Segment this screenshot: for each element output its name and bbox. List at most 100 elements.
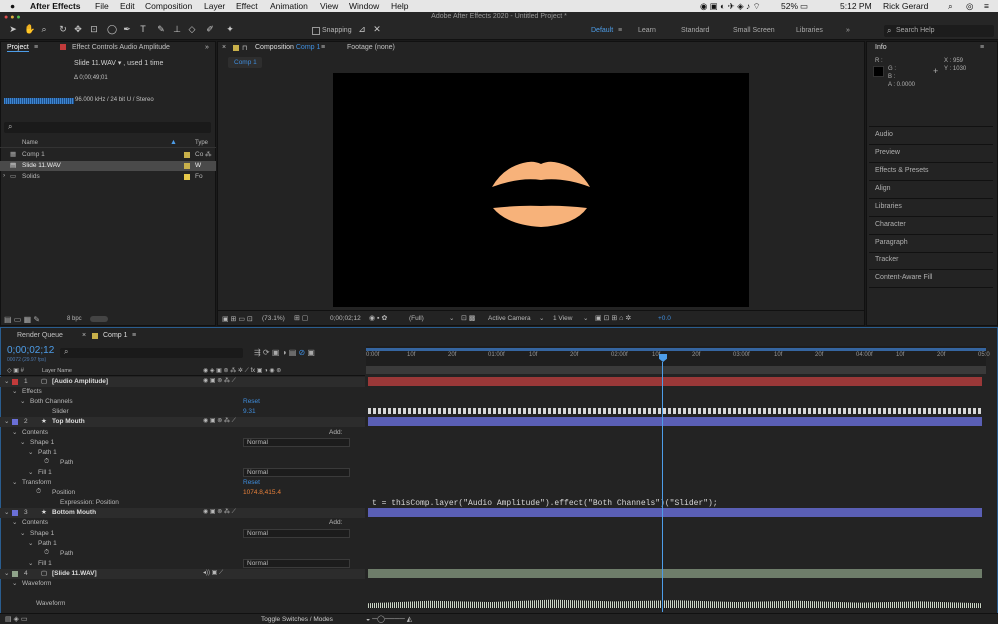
property-row[interactable]: ⌄ Contents Add:: [0, 428, 365, 438]
tab-comp-1[interactable]: Comp 1: [103, 332, 128, 339]
menu-view[interactable]: View: [320, 1, 338, 11]
comp-subtab[interactable]: Comp 1: [228, 57, 262, 68]
app-menu[interactable]: After Effects: [30, 1, 81, 11]
expand-arrow-icon[interactable]: ⌄: [12, 518, 17, 526]
snap-feature-icon[interactable]: ✕: [372, 24, 382, 34]
eraser-tool-icon[interactable]: ◇: [187, 24, 197, 34]
property-row[interactable]: [0, 589, 365, 599]
expand-arrow-icon[interactable]: ⌄: [4, 377, 9, 385]
property-row[interactable]: ⌄ Path 1: [0, 539, 365, 549]
project-footer-icons[interactable]: ▤ ▭ ▦ ✎: [4, 315, 40, 324]
property-row[interactable]: ⏱ Path: [0, 549, 365, 559]
blend-mode-dropdown[interactable]: Normal: [243, 559, 350, 568]
zoom-slider-icon[interactable]: ◒ ─◯──── ◭: [366, 615, 412, 623]
property-row[interactable]: Waveform: [0, 599, 365, 609]
search-help-field[interactable]: ⌕ Search Help: [884, 25, 994, 37]
blend-mode-dropdown[interactable]: Normal: [243, 438, 350, 447]
stopwatch-icon[interactable]: ⏱: [44, 458, 49, 466]
tab-project[interactable]: Project: [7, 44, 29, 52]
property-value[interactable]: 9.31: [243, 408, 256, 415]
flowchart-icon[interactable]: ⁂: [205, 150, 212, 158]
spotlight-icon[interactable]: ⌕: [948, 1, 953, 12]
brush-tool-icon[interactable]: ✎: [156, 24, 166, 34]
menu-window[interactable]: Window: [349, 1, 379, 11]
expand-arrow-icon[interactable]: ⌄: [20, 397, 25, 405]
expand-arrow-icon[interactable]: ⌄: [4, 508, 9, 516]
footage-name[interactable]: Slide 11.WAV ▾ , used 1 time: [74, 59, 163, 67]
property-row[interactable]: ⌄ Shape 1 Normal: [0, 438, 365, 448]
stopwatch-icon[interactable]: ⏱: [36, 488, 41, 496]
camera-tool-icon[interactable]: ✥: [73, 24, 83, 34]
tab-effect-controls[interactable]: Effect Controls Audio Amplitude: [72, 44, 170, 51]
type-tool-icon[interactable]: T: [138, 24, 148, 34]
snapping-checkbox[interactable]: [312, 27, 320, 35]
comp-lock-icon[interactable]: ⊓: [242, 44, 247, 52]
timeline-switch-icons[interactable]: ⇶ ⟳ ▣ ◑ ▤ ⊘ ▣: [254, 348, 315, 357]
panel-tracker[interactable]: Tracker: [875, 256, 898, 263]
puppet-tool-icon[interactable]: ✦: [225, 24, 235, 34]
pan-behind-tool-icon[interactable]: ⊡: [89, 24, 99, 34]
chevron-down-icon[interactable]: ⌄: [539, 314, 544, 322]
selection-tool-icon[interactable]: ➤: [8, 24, 18, 34]
panel-expand-icon[interactable]: »: [205, 44, 209, 51]
col-type[interactable]: Type: [195, 140, 208, 146]
playhead-line[interactable]: [662, 362, 663, 612]
property-value[interactable]: Reset: [243, 398, 260, 405]
tab-footage[interactable]: Footage (none): [347, 44, 395, 51]
grid-icon[interactable]: ⊞ ▢: [294, 314, 308, 322]
zoom-tool-icon[interactable]: ⌕: [39, 24, 49, 34]
col-name[interactable]: Name: [22, 140, 38, 146]
expand-arrow-icon[interactable]: ›: [3, 172, 5, 179]
panel-menu-icon[interactable]: ≡: [34, 44, 38, 51]
property-row[interactable]: ⌄ Fill 1 Normal: [0, 468, 365, 478]
layer-duration-bar[interactable]: [368, 569, 982, 578]
viewer-footer-icons[interactable]: ▣ ⊞ ▭ ⊡: [222, 315, 253, 323]
notifications-icon[interactable]: ≡: [984, 1, 989, 11]
expand-arrow-icon[interactable]: ⌄: [4, 417, 9, 425]
tab-composition[interactable]: Composition Comp 1: [255, 44, 320, 51]
panel-menu-icon[interactable]: ≡: [132, 332, 136, 339]
menu-edit[interactable]: Edit: [120, 1, 135, 11]
layer-row[interactable]: ⌄ 3 ★ ◉ ▣ ⊚ ⁂ ⟋ Bottom Mouth: [0, 508, 365, 518]
add-content-button[interactable]: Add:: [329, 429, 342, 436]
layer-label-swatch[interactable]: [12, 419, 18, 425]
add-content-button[interactable]: Add:: [329, 519, 342, 526]
camera-dropdown[interactable]: Active Camera: [488, 315, 531, 322]
panel-align[interactable]: Align: [875, 185, 891, 192]
panel-paragraph[interactable]: Paragraph: [875, 239, 908, 246]
apple-menu-icon[interactable]: ●: [10, 1, 15, 11]
project-item-selected[interactable]: ▤ Slide 11.WAV W: [0, 161, 216, 171]
trash-icon[interactable]: [90, 316, 108, 322]
property-value[interactable]: 1074.8,415.4: [243, 489, 281, 496]
toggle-switches-modes[interactable]: Toggle Switches / Modes: [261, 616, 333, 623]
label-color-swatch[interactable]: [184, 163, 190, 169]
close-icon[interactable]: ×: [222, 44, 226, 51]
bit-depth[interactable]: 8 bpc: [67, 316, 82, 322]
blend-mode-dropdown[interactable]: Normal: [243, 529, 350, 538]
panel-menu-icon[interactable]: ≡: [980, 44, 984, 51]
expand-arrow-icon[interactable]: ⌄: [12, 478, 17, 486]
expand-arrow-icon[interactable]: ⌄: [12, 579, 17, 587]
layer-switches[interactable]: ◉ ▣ ⊚ ⁂ ⟋: [203, 377, 236, 385]
workspace-overflow-icon[interactable]: »: [846, 27, 850, 34]
workspace-learn[interactable]: Learn: [638, 27, 656, 34]
sort-arrow-icon[interactable]: ▲: [170, 139, 177, 146]
pen-tool-icon[interactable]: ✒: [122, 24, 132, 34]
workspace-small-screen[interactable]: Small Screen: [733, 27, 775, 34]
menu-layer[interactable]: Layer: [204, 1, 225, 11]
expand-arrow-icon[interactable]: ⌄: [28, 448, 33, 456]
property-row[interactable]: ⌄ Transform Reset: [0, 478, 365, 488]
workspace-menu-icon[interactable]: ≡: [618, 27, 622, 34]
chevron-down-icon[interactable]: ⌄: [449, 314, 454, 322]
workspace-standard[interactable]: Standard: [681, 27, 709, 34]
expression-text[interactable]: t = thisComp.layer("Audio Amplitude").ef…: [372, 499, 718, 508]
layer-switches[interactable]: ◉ ▣ ⊚ ⁂ ⟋: [203, 508, 236, 516]
layer-row[interactable]: ⌄ 1 ▢ ◉ ▣ ⊚ ⁂ ⟋ [Audio Amplitude]: [0, 377, 365, 387]
property-row[interactable]: ⌄ Path 1: [0, 448, 365, 458]
property-row[interactable]: ⌄ Effects: [0, 387, 365, 397]
clone-tool-icon[interactable]: ⊥: [172, 24, 182, 34]
menu-animation[interactable]: Animation: [270, 1, 308, 11]
expand-arrow-icon[interactable]: ⌄: [12, 387, 17, 395]
resolution-dropdown[interactable]: (Full): [409, 315, 424, 322]
menu-composition[interactable]: Composition: [145, 1, 192, 11]
